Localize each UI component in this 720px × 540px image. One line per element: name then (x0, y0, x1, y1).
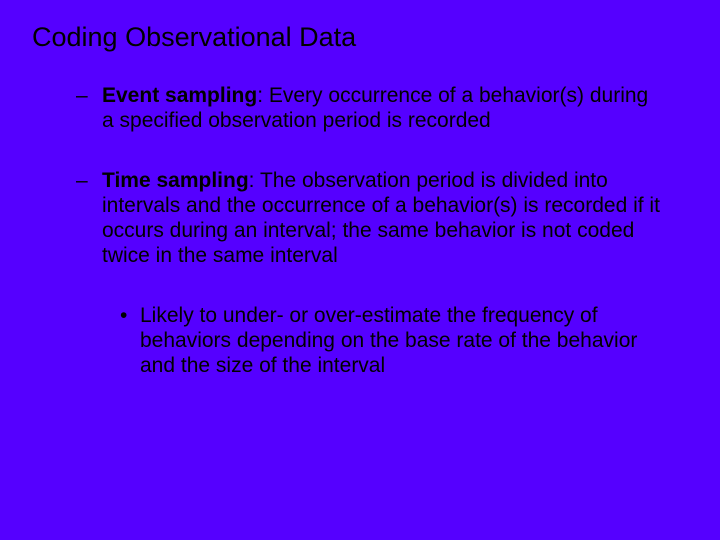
slide-title: Coding Observational Data (30, 22, 690, 54)
bullet-content: Time sampling: The observation period is… (102, 169, 664, 268)
bullet-term: Time sampling (102, 169, 249, 192)
bullet-item: – Event sampling: Every occurrence of a … (76, 84, 664, 134)
dash-icon: – (76, 84, 102, 134)
bullet-content: Event sampling: Every occurrence of a be… (102, 84, 664, 134)
subbullet-content: Likely to under- or over-estimate the fr… (140, 304, 650, 378)
subbullet-item: • Likely to under- or over-estimate the … (120, 304, 650, 378)
dot-icon: • (120, 304, 140, 378)
bullet-term: Event sampling (102, 84, 257, 107)
slide: Coding Observational Data – Event sampli… (0, 0, 720, 540)
bullet-item: – Time sampling: The observation period … (76, 169, 664, 268)
dash-icon: – (76, 169, 102, 268)
